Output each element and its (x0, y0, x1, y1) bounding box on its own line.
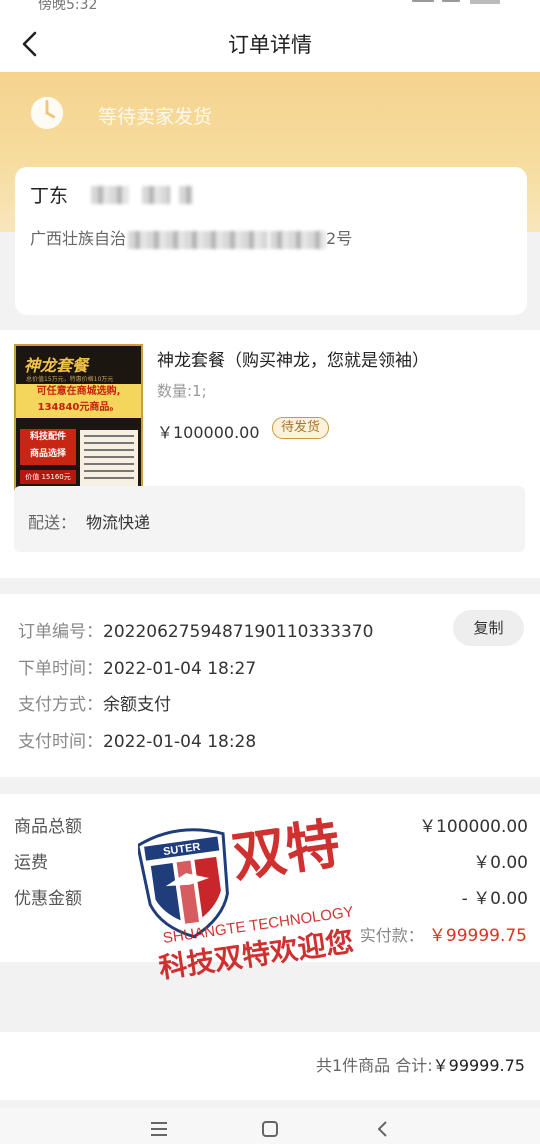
shipping-label: 运费 (14, 853, 48, 873)
address-card[interactable]: 丁东 广西壮族自治 2号 (15, 167, 527, 315)
actual-payment: 实付款： ￥99999.75 (360, 921, 527, 946)
copy-order-number-button[interactable]: 复制 (453, 610, 524, 646)
system-nav-bar (0, 1108, 540, 1144)
status-bar: 傍晚5:32 (0, 0, 540, 14)
product-section: 神龙套餐 总价值15万元，特惠价格10万元 可任意在商城选购, 134840元商… (0, 330, 540, 578)
product-name[interactable]: 神龙套餐（购买神龙，您就是领袖） (157, 346, 429, 371)
actual-payment-value: ￥99999.75 (428, 926, 527, 946)
amount-summary-section: 商品总额 ￥100000.00 运费 ￥0.00 优惠金额 - ￥0.00 实付… (0, 794, 540, 962)
payment-method-row: 支付方式：余额支付 (18, 690, 171, 715)
product-image-subtitle: 总价值15万元，特惠价格10万元 (26, 376, 114, 383)
product-image-list (80, 430, 138, 486)
order-number-row: 订单编号：2022062759487190110333370 (18, 617, 373, 642)
title-bar: 订单详情 (0, 14, 540, 72)
address-line-end: 2号 (326, 229, 353, 248)
bottom-total-value: ￥99999.75 (432, 1056, 525, 1075)
order-number: 2022062759487190110333370 (103, 622, 374, 642)
status-time: 傍晚5:32 (38, 0, 98, 13)
bottom-total-bar: 共1件商品 合计:￥99999.75 (0, 1032, 540, 1100)
recipient-name: 丁东 (30, 185, 69, 207)
payment-method-label: 支付方式： (18, 695, 103, 715)
product-quantity: 数量:1; (157, 382, 207, 400)
shipping-row: 运费 ￥0.00 (14, 848, 528, 873)
order-info-section: 订单编号：2022062759487190110333370 复制 下单时间：2… (0, 594, 540, 777)
discount-label: 优惠金额 (14, 889, 82, 909)
goods-total-row: 商品总额 ￥100000.00 (14, 812, 528, 837)
recipient-phone-redacted (91, 184, 231, 208)
product-price: ￥100000.00 (157, 423, 260, 442)
address-redacted (128, 230, 269, 249)
product-image-promo-line1: 可任意在商城选购, (36, 386, 121, 397)
payment-time-row: 支付时间：2022-01-04 18:28 (18, 727, 256, 752)
discount-row: 优惠金额 - ￥0.00 (14, 884, 528, 909)
product-image-red-label-line1: 科技配件 (29, 432, 66, 442)
order-created-label: 下单时间： (18, 659, 103, 679)
order-status-text: 等待卖家发货 (98, 106, 213, 128)
order-created-row: 下单时间：2022-01-04 18:27 (18, 654, 256, 679)
goods-total-value: ￥100000.00 (419, 817, 528, 837)
delivery-method: 配送： 物流快递 (14, 486, 525, 552)
product-image[interactable]: 神龙套餐 总价值15万元，特惠价格10万元 可任意在商城选购, 134840元商… (14, 344, 143, 503)
payment-time-label: 支付时间： (18, 732, 103, 752)
product-image-red-label: 科技配件 商品选择 (20, 429, 76, 465)
delivery-value: 物流快递 (86, 513, 151, 532)
home-nav-button[interactable] (259, 1118, 281, 1140)
product-image-promo: 可任意在商城选购, 134840元商品。 (16, 384, 141, 418)
address-line: 广西壮族自治 2号 (30, 225, 352, 249)
status-icons (412, 0, 502, 4)
home-square-icon (262, 1121, 278, 1137)
shipping-value: ￥0.00 (473, 853, 528, 873)
page-title: 订单详情 (228, 33, 312, 57)
address-line-start: 广西壮族自治 (30, 229, 127, 248)
actual-payment-label: 实付款： (359, 926, 424, 945)
menu-icon (151, 1122, 167, 1136)
product-image-promo-line2: 134840元商品。 (37, 402, 120, 413)
order-number-label: 订单编号： (18, 622, 103, 642)
product-image-title: 神龙套餐 (24, 356, 89, 375)
product-image-price-tag: 价值 15160元 (20, 470, 76, 484)
clock-icon (30, 96, 64, 130)
bottom-summary-label: 共1件商品 合计: (315, 1056, 433, 1075)
bottom-total: 共1件商品 合计:￥99999.75 (316, 1052, 525, 1076)
back-triangle-icon (378, 1121, 387, 1137)
back-nav-button[interactable] (372, 1118, 394, 1140)
payment-time: 2022-01-04 18:28 (103, 732, 257, 752)
goods-total-label: 商品总额 (14, 817, 82, 837)
status-badge: 待发货 (272, 417, 330, 439)
order-created-time: 2022-01-04 18:27 (103, 659, 257, 679)
discount-value: - ￥0.00 (461, 889, 528, 909)
menu-nav-button[interactable] (148, 1118, 170, 1140)
delivery-label: 配送： (28, 513, 77, 532)
payment-method: 余额支付 (103, 695, 171, 715)
product-image-red-label-line2: 商品选择 (29, 449, 66, 459)
